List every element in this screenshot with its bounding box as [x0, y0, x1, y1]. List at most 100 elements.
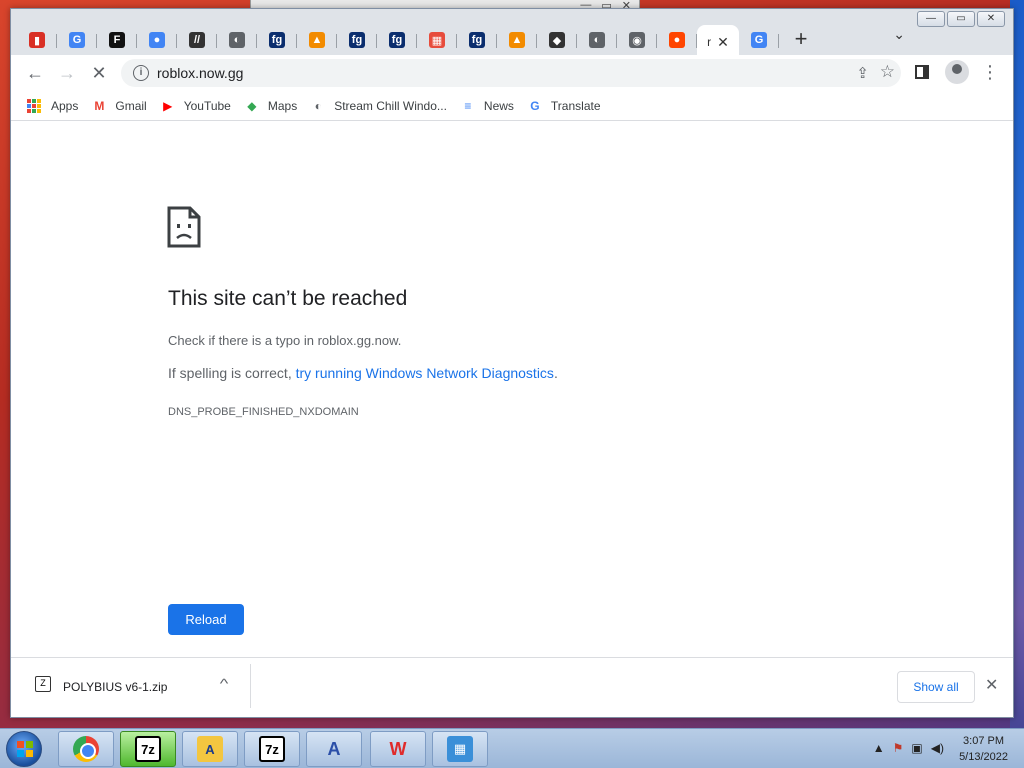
browser-tab[interactable]: ▲ — [297, 26, 337, 54]
taskbar-chrome[interactable] — [58, 731, 114, 767]
news-icon: ≡ — [464, 98, 472, 113]
forward-button[interactable]: → — [55, 61, 79, 85]
browser-tab[interactable]: fg — [457, 26, 497, 54]
volume-icon[interactable]: ◀) — [931, 741, 944, 755]
7zip-icon: 7z — [259, 736, 285, 762]
taskbar-7zip-2[interactable]: 7z — [244, 731, 300, 767]
sad-page-icon — [167, 206, 201, 248]
clock[interactable]: 3:07 PM 5/13/2022 — [959, 733, 1008, 765]
show-all-button[interactable]: Show all — [897, 671, 975, 703]
bookmark-stream[interactable]: ◐ Stream Chill Windo... — [311, 99, 447, 113]
taskbar-vector-app[interactable]: A — [306, 731, 362, 767]
browser-tab[interactable]: F — [97, 26, 137, 54]
window-controls: — ▭ ✕ — [917, 11, 1005, 27]
w-slash-icon: // — [189, 32, 205, 48]
bookmark-label: YouTube — [183, 98, 231, 113]
taskbar-7zip-1[interactable]: 7z — [120, 731, 176, 767]
folder-app-icon: ▦ — [447, 736, 473, 762]
bookmark-maps[interactable]: ◆ Maps — [245, 99, 297, 113]
browser-tab[interactable]: fg — [337, 26, 377, 54]
error-title: This site can’t be reached — [168, 287, 408, 310]
bookmark-apps[interactable]: Apps — [27, 98, 78, 113]
browser-tab[interactable]: G — [57, 26, 97, 54]
browser-tab[interactable]: ◆ — [537, 26, 577, 54]
close-window-button[interactable]: ✕ — [977, 11, 1005, 27]
browser-tab[interactable]: fg — [257, 26, 297, 54]
gmail-icon: M — [94, 98, 105, 113]
chrome-icon: ◉ — [629, 32, 645, 48]
chrome-icon — [73, 736, 99, 762]
clock-date: 5/13/2022 — [959, 751, 1008, 763]
browser-tab[interactable]: ▲ — [497, 26, 537, 54]
site-info-icon[interactable]: i — [133, 65, 149, 81]
taskbar-explorer[interactable]: A — [182, 731, 238, 767]
browser-tab[interactable]: // — [177, 26, 217, 54]
browser-window: — ▭ ✕ ▮ G F ●//◐ fg ▲ fg fg ▦ fg ▲ ◆ ◐ ◉ ● r ✕ G + ⌄ ← → ✕… — [10, 8, 1014, 718]
bookmark-label: Maps — [267, 98, 298, 113]
back-button[interactable]: ← — [23, 61, 47, 85]
fg-icon: fg — [469, 32, 485, 48]
action-center-flag-icon[interactable]: ⚑ — [893, 741, 904, 755]
apps-grid-icon — [27, 98, 41, 113]
address-bar[interactable]: i roblox.now.gg ⇪ ☆ — [121, 59, 901, 87]
bookmark-translate[interactable]: G Translate — [528, 98, 601, 113]
network-icon[interactable]: ▣ — [911, 741, 922, 755]
close-download-bar-icon[interactable]: ✕ — [985, 675, 998, 695]
diagnostics-link[interactable]: try running Windows Network Diagnostics — [296, 365, 554, 381]
bookmark-news[interactable]: ≡ News — [461, 99, 514, 113]
share-icon[interactable]: ⇪ — [856, 64, 869, 82]
reddit-icon: ● — [669, 32, 685, 48]
chevron-up-icon[interactable]: ^ — [220, 676, 229, 691]
url-text[interactable]: roblox.now.gg — [157, 65, 243, 81]
typo-message: Check if there is a typo in roblox.gg.no… — [168, 333, 402, 348]
wps-icon: W — [389, 738, 407, 759]
google-icon: G — [751, 32, 767, 48]
stop-loading-button[interactable]: ✕ — [87, 61, 111, 85]
download-item[interactable]: Z POLYBIUS v6-1.zip ^ — [25, 664, 251, 708]
windows-logo-icon — [17, 741, 33, 757]
taskbar-wps[interactable]: W — [370, 731, 426, 767]
profile-avatar[interactable] — [945, 60, 969, 84]
browser-tab[interactable]: ● — [137, 26, 177, 54]
pin-icon: ● — [149, 32, 165, 48]
maximize-button[interactable]: ▭ — [947, 11, 975, 27]
zip-file-icon: Z — [35, 676, 51, 692]
start-button[interactable] — [6, 731, 42, 767]
browser-tab[interactable]: G — [739, 26, 779, 54]
bookmarks-bar: Apps M Gmail ▶ YouTube ◆ Maps ◐ Stream Chill Win… — [11, 91, 1013, 121]
title-bar: — ▭ ✕ ▮ G F ●//◐ fg ▲ fg fg ▦ fg ▲ ◆ ◐ ◉ ● r ✕ G + ⌄ — [11, 9, 1013, 59]
show-hidden-icons-icon[interactable]: ▲ — [873, 741, 885, 755]
download-file-name[interactable]: POLYBIUS v6-1.zip — [63, 680, 167, 694]
translate-icon: G — [530, 98, 540, 113]
maps-icon: ◆ — [247, 98, 257, 113]
bookmark-gmail[interactable]: M Gmail — [92, 99, 146, 113]
side-panel-icon[interactable] — [915, 65, 929, 79]
browser-tab[interactable]: ▮ — [17, 26, 57, 54]
reload-button[interactable]: Reload — [168, 604, 244, 635]
close-tab-icon[interactable]: ✕ — [717, 34, 729, 51]
clock-time: 3:07 PM — [963, 735, 1005, 747]
new-tab-button[interactable]: + — [783, 25, 819, 53]
browser-tab[interactable]: ◐ — [577, 26, 617, 54]
menu-icon[interactable]: ⋮ — [981, 61, 999, 83]
active-tab[interactable]: r ✕ — [697, 25, 739, 59]
vector-a-icon: A — [327, 738, 341, 759]
colorful-icon: ▦ — [429, 32, 445, 48]
fg-icon: fg — [389, 32, 405, 48]
browser-tab[interactable]: ● — [657, 26, 697, 54]
globe-icon: ◐ — [314, 98, 322, 113]
active-tab-title: r — [707, 35, 712, 49]
spelling-suffix: . — [553, 365, 558, 381]
bookmark-star-icon[interactable]: ☆ — [880, 62, 895, 82]
browser-tab[interactable]: ◐ — [217, 26, 257, 54]
tab-search-icon[interactable]: ⌄ — [893, 26, 905, 43]
minimize-button[interactable]: — — [917, 11, 945, 27]
browser-tab[interactable]: fg — [377, 26, 417, 54]
bookmark-label: Translate — [550, 98, 601, 113]
browser-tab[interactable]: ▦ — [417, 26, 457, 54]
folder-a-icon: A — [197, 736, 223, 762]
error-code: DNS_PROBE_FINISHED_NXDOMAIN — [168, 406, 359, 418]
bookmark-youtube[interactable]: ▶ YouTube — [161, 99, 231, 113]
taskbar-folder-app[interactable]: ▦ — [432, 731, 488, 767]
browser-tab[interactable]: ◉ — [617, 26, 657, 54]
